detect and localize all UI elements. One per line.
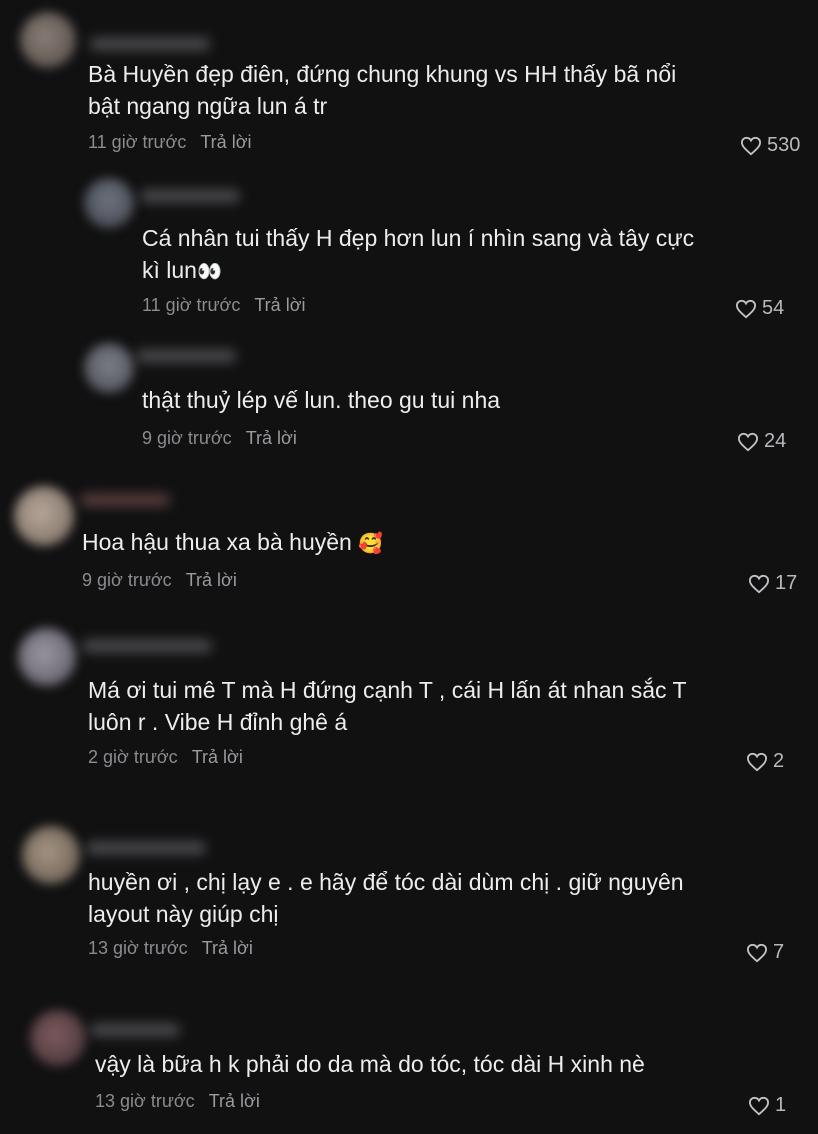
like-button[interactable]: 54 bbox=[735, 297, 784, 320]
like-count: 17 bbox=[775, 572, 798, 594]
reply-button[interactable]: Trả lời bbox=[200, 132, 251, 152]
comment-meta: 11 giờ trước Trả lời bbox=[142, 295, 306, 316]
comment-text: vậy là bữa h k phải do da mà do tóc, tóc… bbox=[95, 1051, 645, 1077]
reply-button[interactable]: Trả lời bbox=[192, 747, 243, 767]
like-button[interactable]: 530 bbox=[740, 134, 800, 157]
comment-text-content: Hoa hậu thua xa bà huyền bbox=[82, 529, 359, 555]
username-blurred[interactable] bbox=[80, 494, 170, 506]
avatar[interactable] bbox=[22, 826, 80, 884]
heart-outline-icon bbox=[737, 432, 759, 451]
like-button[interactable]: 2 bbox=[746, 750, 784, 773]
eyes-emoji: 👀 bbox=[196, 259, 222, 283]
comment-meta: 13 giờ trước Trả lời bbox=[95, 1091, 260, 1112]
like-count: 7 bbox=[773, 941, 785, 963]
comment-meta: 2 giờ trước Trả lời bbox=[88, 747, 243, 768]
avatar[interactable] bbox=[20, 12, 76, 68]
reply-button[interactable]: Trả lời bbox=[186, 570, 237, 590]
heart-outline-icon bbox=[746, 943, 768, 962]
comment-text: Má ơi tui mê T mà H đứng cạnh T , cái H … bbox=[88, 677, 693, 735]
like-count: 1 bbox=[775, 1094, 787, 1116]
username-blurred[interactable] bbox=[90, 38, 210, 50]
like-count: 2 bbox=[773, 750, 785, 772]
comment-text: Bà Huyền đẹp điên, đứng chung khung vs H… bbox=[88, 61, 683, 119]
reply-button[interactable]: Trả lời bbox=[209, 1091, 260, 1111]
like-count: 54 bbox=[762, 297, 785, 319]
avatar[interactable] bbox=[14, 486, 74, 546]
like-count: 24 bbox=[764, 430, 787, 452]
comment-meta: 9 giờ trước Trả lời bbox=[82, 570, 237, 591]
heart-outline-icon bbox=[746, 752, 768, 771]
comment-time: 13 giờ trước bbox=[95, 1091, 195, 1111]
heart-outline-icon bbox=[735, 299, 757, 318]
reply-button[interactable]: Trả lời bbox=[202, 938, 253, 958]
like-button[interactable]: 7 bbox=[746, 941, 784, 964]
comment-time: 2 giờ trước bbox=[88, 747, 178, 767]
comment-time: 9 giờ trước bbox=[82, 570, 172, 590]
smiling-hearts-emoji: 🥰 bbox=[358, 531, 384, 555]
username-blurred[interactable] bbox=[136, 350, 236, 362]
comment-text: thật thuỷ lép vế lun. theo gu tui nha bbox=[142, 387, 501, 413]
username-blurred[interactable] bbox=[90, 1024, 180, 1036]
heart-outline-icon bbox=[740, 136, 762, 155]
heart-outline-icon bbox=[748, 574, 770, 593]
like-button[interactable]: 17 bbox=[748, 572, 797, 595]
like-button[interactable]: 24 bbox=[737, 430, 786, 453]
comment-text: Hoa hậu thua xa bà huyền 🥰 bbox=[82, 526, 682, 559]
comment-text: Cá nhân tui thấy H đẹp hơn lun í nhìn sa… bbox=[142, 222, 702, 287]
heart-outline-icon bbox=[748, 1096, 770, 1115]
comment-time: 11 giờ trước bbox=[88, 132, 187, 152]
comment-text-content: Cá nhân tui thấy H đẹp hơn lun í nhìn sa… bbox=[142, 225, 701, 283]
comment-time: 13 giờ trước bbox=[88, 938, 188, 958]
avatar[interactable] bbox=[84, 178, 134, 228]
username-blurred[interactable] bbox=[140, 190, 240, 202]
avatar[interactable] bbox=[30, 1010, 86, 1066]
username-blurred[interactable] bbox=[86, 842, 206, 854]
like-button[interactable]: 1 bbox=[748, 1094, 786, 1117]
avatar[interactable] bbox=[84, 343, 134, 393]
reply-button[interactable]: Trả lời bbox=[254, 295, 305, 315]
avatar[interactable] bbox=[18, 628, 76, 686]
comment-meta: 9 giờ trước Trả lời bbox=[142, 428, 297, 449]
like-count: 530 bbox=[767, 134, 801, 156]
reply-button[interactable]: Trả lời bbox=[246, 428, 297, 448]
comment-time: 9 giờ trước bbox=[142, 428, 232, 448]
comment-text: huyền ơi , chị lạy e . e hãy để tóc dài … bbox=[88, 869, 690, 927]
comment-time: 11 giờ trước bbox=[142, 295, 241, 315]
comment-meta: 13 giờ trước Trả lời bbox=[88, 938, 253, 959]
comment-meta: 11 giờ trước Trả lời bbox=[88, 132, 252, 153]
username-blurred[interactable] bbox=[82, 640, 212, 652]
